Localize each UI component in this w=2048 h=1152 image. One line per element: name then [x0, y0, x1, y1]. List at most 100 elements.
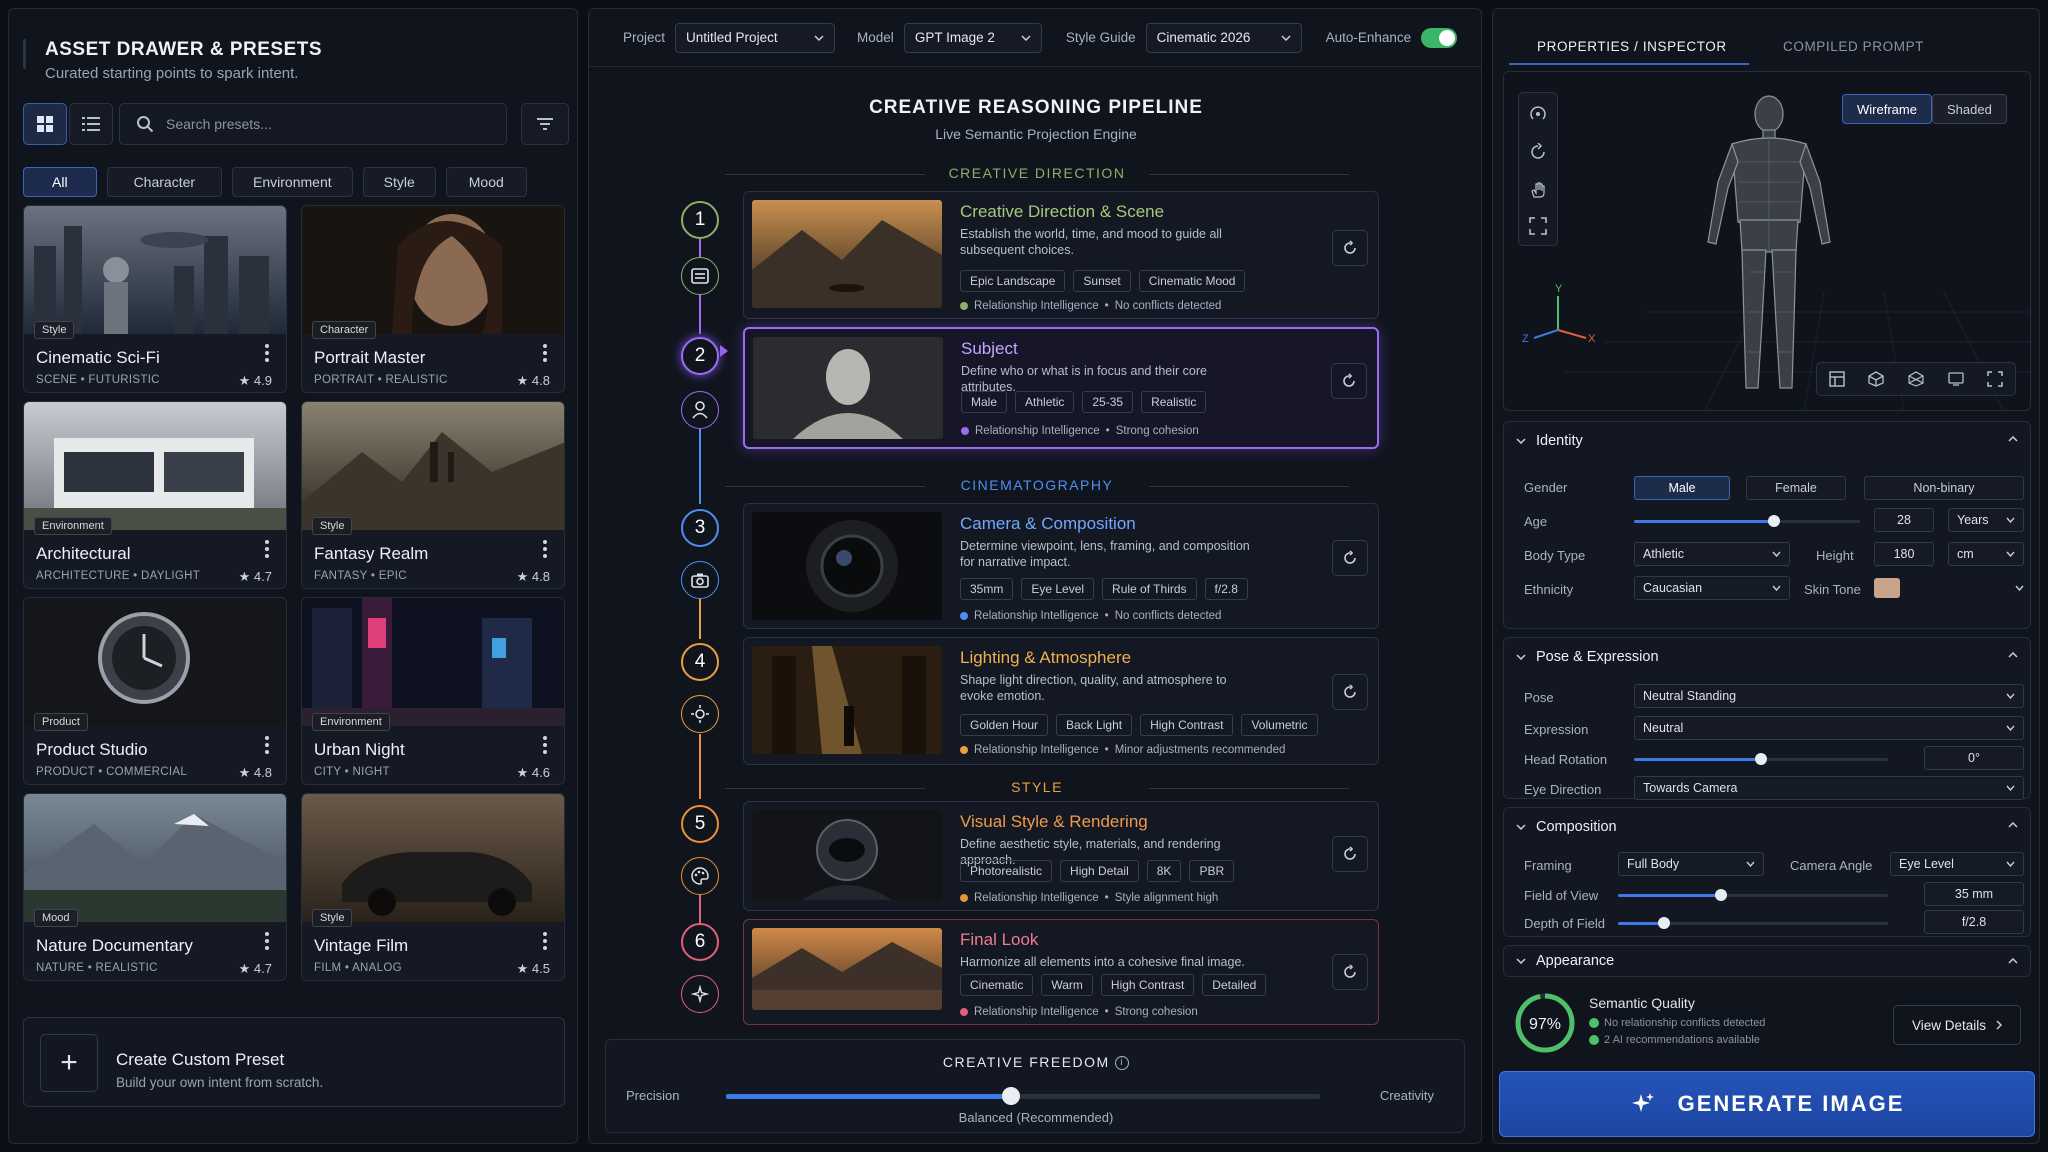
- chevron-up-icon[interactable]: [2008, 652, 2018, 658]
- tag[interactable]: Rule of Thirds: [1102, 578, 1197, 600]
- tag[interactable]: Photorealistic: [960, 860, 1053, 882]
- fullscreen-icon[interactable]: [1987, 371, 2003, 387]
- gender-option-nonbinary[interactable]: Non-binary: [1864, 476, 2024, 500]
- fov-input[interactable]: 35 mm: [1924, 882, 2024, 906]
- orbit-icon[interactable]: [1529, 105, 1547, 123]
- regenerate-button[interactable]: [1332, 230, 1368, 266]
- step-card-creative-direction[interactable]: Creative Direction & Scene Establish the…: [743, 191, 1379, 319]
- creative-freedom-slider[interactable]: [726, 1087, 1320, 1105]
- chevron-up-icon[interactable]: [2008, 436, 2018, 442]
- mesh-icon[interactable]: [1908, 371, 1924, 387]
- regenerate-button[interactable]: [1332, 674, 1368, 710]
- tag[interactable]: 25-35: [1082, 391, 1134, 413]
- preset-search[interactable]: [119, 103, 507, 145]
- skin-tone-picker[interactable]: [1874, 576, 2024, 600]
- more-options-icon[interactable]: [540, 538, 550, 560]
- framing-select[interactable]: Full Body: [1618, 852, 1764, 876]
- view-details-button[interactable]: View Details: [1893, 1005, 2021, 1045]
- chip-environment[interactable]: Environment: [232, 167, 353, 197]
- list-view-button[interactable]: [69, 103, 113, 145]
- shaded-mode-button[interactable]: Shaded: [1932, 94, 2007, 124]
- tab-properties[interactable]: PROPERTIES / INSPECTOR: [1537, 39, 1727, 54]
- tag[interactable]: f/2.8: [1204, 578, 1248, 600]
- pose-header[interactable]: Pose & Expression: [1504, 638, 2030, 676]
- regenerate-button[interactable]: [1331, 363, 1367, 399]
- slider-handle[interactable]: [1755, 753, 1767, 765]
- slider-handle[interactable]: [1714, 889, 1727, 901]
- slider-handle[interactable]: [1768, 515, 1781, 527]
- fov-slider[interactable]: [1618, 889, 1888, 901]
- camera-angle-select[interactable]: Eye Level: [1890, 852, 2024, 876]
- body-type-select[interactable]: Athletic: [1634, 542, 1790, 566]
- preset-card-cinematic-scifi[interactable]: Style Cinematic Sci-Fi SCENE • FUTURISTI…: [23, 205, 287, 393]
- preset-card-fantasy-realm[interactable]: Style Fantasy Realm FANTASY • EPIC ★ 4.8: [301, 401, 565, 589]
- height-unit-select[interactable]: cm: [1948, 542, 2024, 566]
- step-card-lighting-atmosphere[interactable]: Lighting & Atmosphere Shape light direct…: [743, 637, 1379, 765]
- chevron-up-icon[interactable]: [2008, 958, 2018, 964]
- head-rotation-slider[interactable]: [1634, 753, 1888, 765]
- tag[interactable]: 8K: [1146, 860, 1182, 882]
- step-3-node[interactable]: 3: [681, 509, 719, 547]
- height-input[interactable]: 180: [1874, 542, 1934, 566]
- step-card-subject[interactable]: Subject Define who or what is in focus a…: [743, 327, 1379, 449]
- wireframe-mode-button[interactable]: Wireframe: [1842, 94, 1932, 124]
- tag[interactable]: Male: [961, 391, 1008, 413]
- step-6-node[interactable]: 6: [681, 923, 719, 961]
- more-options-icon[interactable]: [262, 734, 272, 756]
- preset-card-product-studio[interactable]: Product Product Studio PRODUCT • COMMERC…: [23, 597, 287, 785]
- ethnicity-select[interactable]: Caucasian: [1634, 576, 1790, 600]
- composition-header[interactable]: Composition: [1504, 808, 2030, 846]
- tab-compiled-prompt[interactable]: COMPILED PROMPT: [1783, 39, 1924, 54]
- filter-button[interactable]: [521, 103, 569, 145]
- tag[interactable]: 35mm: [960, 578, 1014, 600]
- expression-select[interactable]: Neutral: [1634, 716, 2024, 740]
- eye-direction-select[interactable]: Towards Camera: [1634, 776, 2024, 800]
- tag[interactable]: Realistic: [1141, 391, 1207, 413]
- head-rotation-input[interactable]: 0°: [1924, 746, 2024, 770]
- pan-hand-icon[interactable]: [1529, 181, 1547, 199]
- preset-card-portrait-master[interactable]: Character Portrait Master PORTRAIT • REA…: [301, 205, 565, 393]
- tag[interactable]: Volumetric: [1241, 714, 1318, 736]
- dof-input[interactable]: f/2.8: [1924, 910, 2024, 934]
- chip-character[interactable]: Character: [106, 167, 223, 197]
- age-input[interactable]: 28: [1874, 508, 1934, 532]
- search-input[interactable]: [166, 116, 496, 132]
- grid-view-button[interactable]: [23, 103, 67, 145]
- tag[interactable]: Golden Hour: [960, 714, 1049, 736]
- more-options-icon[interactable]: [262, 930, 272, 952]
- tag[interactable]: Warm: [1041, 974, 1093, 996]
- more-options-icon[interactable]: [540, 734, 550, 756]
- step-5-node[interactable]: 5: [681, 805, 719, 843]
- more-options-icon[interactable]: [262, 538, 272, 560]
- more-options-icon[interactable]: [540, 342, 550, 364]
- step-2-node[interactable]: 2: [681, 337, 719, 375]
- step-card-final-look[interactable]: Final Look Harmonize all elements into a…: [743, 919, 1379, 1025]
- slider-handle[interactable]: [1657, 917, 1670, 929]
- age-unit-select[interactable]: Years: [1948, 508, 2024, 532]
- step-1-node[interactable]: 1: [681, 201, 719, 239]
- create-custom-preset[interactable]: + Create Custom Preset Build your own in…: [23, 1017, 565, 1107]
- chip-all[interactable]: All: [23, 167, 97, 197]
- more-options-icon[interactable]: [540, 930, 550, 952]
- tag[interactable]: Detailed: [1202, 974, 1267, 996]
- preset-card-vintage-film[interactable]: Style Vintage Film FILM • ANALOG ★ 4.5: [301, 793, 565, 981]
- preset-card-urban-night[interactable]: Environment Urban Night CITY • NIGHT ★ 4…: [301, 597, 565, 785]
- step-card-visual-style[interactable]: Visual Style & Rendering Define aestheti…: [743, 801, 1379, 911]
- chevron-up-icon[interactable]: [2008, 822, 2018, 828]
- screen-icon[interactable]: [1947, 371, 1964, 387]
- preset-card-nature-documentary[interactable]: Mood Nature Documentary NATURE • REALIST…: [23, 793, 287, 981]
- gender-option-female[interactable]: Female: [1746, 476, 1846, 500]
- gender-option-male[interactable]: Male: [1634, 476, 1730, 500]
- dof-slider[interactable]: [1618, 917, 1888, 929]
- preset-card-architectural[interactable]: Environment Architectural ARCHITECTURE •…: [23, 401, 287, 589]
- tag[interactable]: Eye Level: [1021, 578, 1095, 600]
- cube-icon[interactable]: [1868, 371, 1885, 387]
- appearance-header[interactable]: Appearance: [1504, 946, 2030, 976]
- layout-icon[interactable]: [1829, 371, 1845, 387]
- tag[interactable]: Back Light: [1056, 714, 1133, 736]
- pose-select[interactable]: Neutral Standing: [1634, 684, 2024, 708]
- tag[interactable]: Epic Landscape: [960, 270, 1066, 292]
- rotate-icon[interactable]: [1529, 143, 1547, 161]
- tag[interactable]: Cinematic: [960, 974, 1034, 996]
- identity-header[interactable]: Identity: [1504, 422, 2030, 460]
